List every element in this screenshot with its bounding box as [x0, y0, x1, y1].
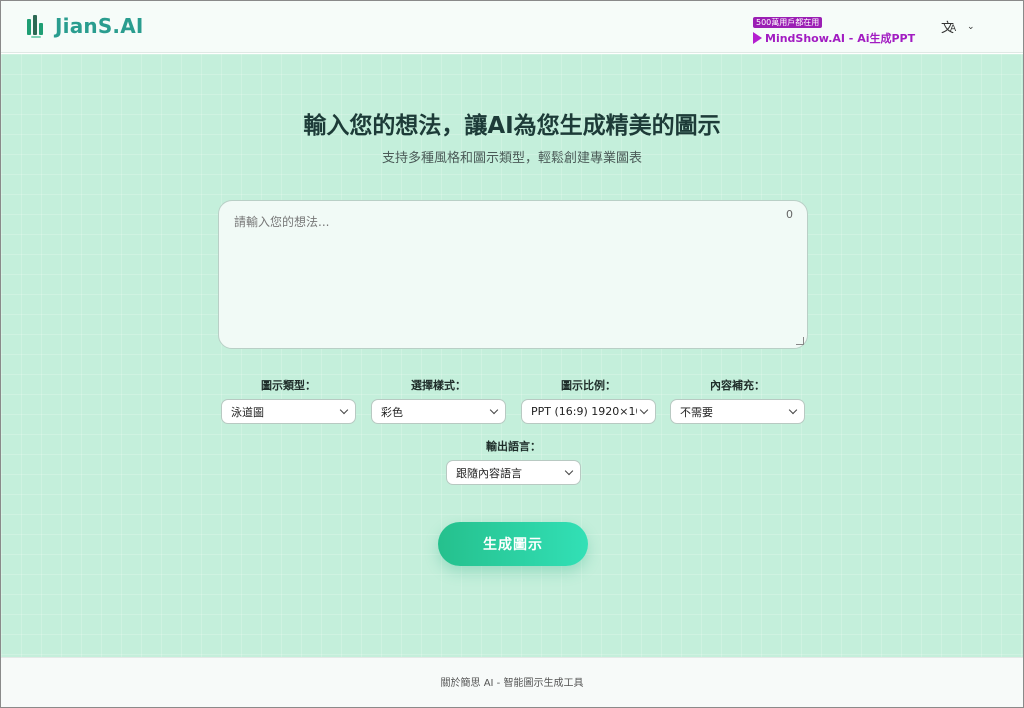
field-aspect-ratio: 圖示比例： PPT (16:9) 1920×1080 [521, 377, 656, 424]
generate-button[interactable]: 生成圖示 [438, 522, 588, 566]
chevron-down-icon: ⌄ [967, 22, 975, 32]
chevron-down-icon [489, 405, 499, 414]
field-label: 圖示類型： [261, 379, 316, 392]
aspect-ratio-select[interactable]: PPT (16:9) 1920×1080 [521, 399, 656, 424]
language-switcher[interactable]: 文A ⌄ [941, 18, 975, 36]
diagram-type-select[interactable]: 泳道圖 [221, 399, 356, 424]
promo-badge: 500萬用戶都在用 [753, 17, 823, 28]
char-counter: 0 [786, 208, 793, 221]
logo-text: JianS.AI [55, 14, 144, 38]
field-content-supplement: 內容補充： 不需要 [670, 377, 805, 424]
style-select[interactable]: 彩色 [371, 399, 506, 424]
field-label: 選擇樣式： [411, 379, 466, 392]
field-style: 選擇樣式： 彩色 [371, 377, 506, 424]
logo-bars-icon [27, 14, 47, 38]
play-icon [753, 32, 762, 44]
select-value: 彩色 [381, 405, 403, 419]
output-language-select[interactable]: 跟隨內容語言 [446, 460, 581, 485]
translate-icon: 文A [941, 21, 957, 36]
select-value: PPT (16:9) 1920×1080 [531, 405, 637, 418]
main-content: 輸入您的想法，讓AI為您生成精美的圖示 支持多種風格和圖示類型，輕鬆創建專業圖表… [1, 54, 1023, 657]
chevron-down-icon [564, 466, 574, 475]
select-value: 不需要 [680, 405, 713, 419]
field-output-language: 輸出語言： 跟隨內容語言 [446, 438, 581, 485]
footer-text: 關於簡思 AI - 智能圖示生成工具 [440, 678, 584, 689]
chevron-down-icon [339, 405, 349, 414]
footer: 關於簡思 AI - 智能圖示生成工具 [1, 657, 1023, 707]
page-title: 輸入您的想法，讓AI為您生成精美的圖示 [303, 113, 721, 139]
promo-text: MindShow.AI - Ai生成PPT [765, 32, 916, 45]
chevron-down-icon [639, 405, 649, 414]
select-value: 跟隨內容語言 [456, 466, 522, 480]
top-header: JianS.AI 500萬用戶都在用 MindShow.AI - Ai生成PPT… [1, 1, 1023, 53]
mindshow-promo-link[interactable]: 500萬用戶都在用 MindShow.AI - Ai生成PPT [753, 10, 915, 46]
field-diagram-type: 圖示類型： 泳道圖 [221, 377, 356, 424]
logo[interactable]: JianS.AI [27, 14, 144, 38]
field-label: 圖示比例： [561, 379, 616, 392]
field-label: 輸出語言： [486, 440, 541, 453]
select-value: 泳道圖 [231, 405, 264, 419]
idea-input[interactable] [219, 201, 807, 348]
content-supplement-select[interactable]: 不需要 [670, 399, 805, 424]
chevron-down-icon [788, 405, 798, 414]
idea-input-container: 0 [218, 200, 808, 349]
field-label: 內容補充： [710, 379, 765, 392]
page-subtitle: 支持多種風格和圖示類型，輕鬆創建專業圖表 [381, 151, 642, 166]
resize-handle[interactable] [796, 337, 804, 345]
